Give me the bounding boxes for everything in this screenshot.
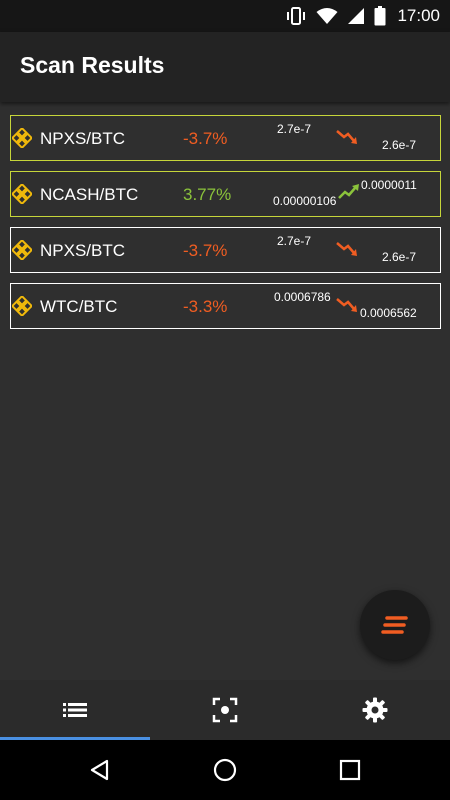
pair-label: NCASH/BTC <box>40 185 139 204</box>
result-row[interactable]: NCASH/BTC 3.77% 0.00000106 0.0000011 <box>10 171 441 217</box>
home-icon <box>213 758 237 782</box>
change-percent: -3.3% <box>183 297 228 316</box>
status-bar: 17:00 <box>0 0 450 32</box>
system-nav-bar <box>0 740 450 800</box>
result-row[interactable]: NPXS/BTC -3.7% 2.7e-7 2.6e-7 <box>10 115 441 161</box>
result-row[interactable]: WTC/BTC -3.3% 0.0006786 0.0006562 <box>10 283 441 329</box>
trend-up-icon <box>338 184 359 199</box>
tab-results[interactable] <box>0 680 150 740</box>
signal-icon <box>347 7 365 25</box>
trend-down-icon <box>336 130 357 144</box>
stream-icon <box>381 616 408 634</box>
price-from: 0.00000106 <box>273 194 337 208</box>
vibrate-icon <box>285 7 307 25</box>
battery-icon <box>374 6 386 26</box>
binance-coin-icon <box>12 296 32 316</box>
price-to: 2.6e-7 <box>382 250 417 264</box>
price-to: 0.0000011 <box>361 178 417 192</box>
pair-label: WTC/BTC <box>40 297 118 316</box>
page-title: Scan Results <box>20 52 165 78</box>
home-button[interactable] <box>209 754 241 786</box>
scan-fab-button[interactable] <box>360 590 430 660</box>
pair-label: NPXS/BTC <box>40 241 126 260</box>
tab-scan[interactable] <box>150 680 300 740</box>
pair-label: NPXS/BTC <box>40 129 126 148</box>
recents-icon <box>339 759 361 781</box>
app-bar: Scan Results <box>0 32 450 102</box>
price-from: 0.0006786 <box>274 290 331 304</box>
gear-icon <box>362 697 388 723</box>
result-row[interactable]: NPXS/BTC -3.7% 2.7e-7 2.6e-7 <box>10 227 441 273</box>
price-to: 0.0006562 <box>360 306 417 320</box>
change-percent: 3.77% <box>183 185 232 204</box>
price-from: 2.7e-7 <box>277 234 312 248</box>
scan-icon <box>212 697 238 723</box>
price-to: 2.6e-7 <box>382 138 417 152</box>
wifi-icon <box>316 7 338 25</box>
list-icon <box>63 703 87 717</box>
change-percent: -3.7% <box>183 241 228 260</box>
change-percent: -3.7% <box>183 129 228 148</box>
recents-button[interactable] <box>334 754 366 786</box>
trend-down-icon <box>336 298 357 312</box>
trend-down-icon <box>336 242 357 256</box>
price-from: 2.7e-7 <box>277 122 312 136</box>
bottom-nav <box>0 680 450 740</box>
binance-coin-icon <box>12 240 32 260</box>
binance-coin-icon <box>12 128 32 148</box>
binance-coin-icon <box>12 184 32 204</box>
tab-settings[interactable] <box>300 680 450 740</box>
scan-results-list: NPXS/BTC -3.7% 2.7e-7 2.6e-7 NCASH/BTC 3… <box>10 115 441 339</box>
back-icon <box>90 759 109 781</box>
status-time: 17:00 <box>397 6 440 25</box>
back-button[interactable] <box>84 754 116 786</box>
